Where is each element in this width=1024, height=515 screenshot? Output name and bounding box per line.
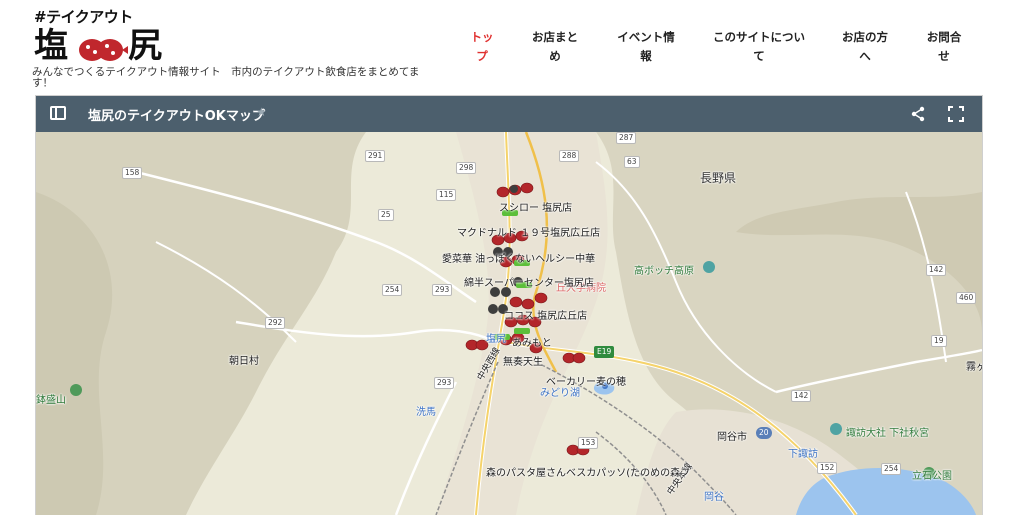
- route-shield: 115: [436, 189, 457, 201]
- route-shield: 20: [756, 427, 772, 439]
- place-label: 長野県: [700, 171, 737, 185]
- nav-item-label: このサイトについ: [713, 30, 805, 44]
- nav-item-events[interactable]: イベント情 報: [611, 28, 681, 66]
- place-label: 洗馬: [416, 407, 436, 418]
- nav-item-label: て: [753, 49, 765, 63]
- route-shield: 291: [365, 150, 386, 162]
- route-shield: 293: [432, 284, 453, 296]
- route-shield: 293: [434, 377, 455, 389]
- place-label: 鉢盛山: [36, 395, 66, 406]
- star-icon[interactable]: ★: [256, 105, 267, 119]
- nav-item-for-shops[interactable]: お店の方 へ: [837, 28, 893, 66]
- place-label: 立石公園: [912, 471, 952, 482]
- place-label: 朝日村: [229, 356, 259, 367]
- route-shield: 158: [122, 167, 143, 179]
- shop-label[interactable]: 森のパスタ屋さんベスカパッソ(たのめの森フ: [486, 464, 690, 479]
- site-logo[interactable]: #テイクアウト 塩 尻: [34, 6, 164, 66]
- route-shield: 142: [926, 264, 947, 276]
- shop-label[interactable]: ベーカリー麦の穂: [546, 373, 626, 388]
- route-shield: 288: [559, 150, 580, 162]
- place-label: 諏訪大社 下社秋宮: [846, 428, 930, 439]
- nav-item-top[interactable]: トッ プ: [464, 28, 500, 66]
- place-label: 岡谷: [704, 492, 724, 503]
- map-toolbar: 塩尻のテイクアウトOKマップ ★: [36, 96, 982, 132]
- route-shield: 292: [265, 317, 286, 329]
- nav-item-label: へ: [859, 49, 871, 63]
- nav-item-label: トッ: [470, 30, 494, 44]
- fullscreen-icon[interactable]: [948, 106, 964, 122]
- shop-label[interactable]: 愛菜華 油っぽくないヘルシー中華: [442, 250, 595, 265]
- map-title: 塩尻のテイクアウトOKマップ: [88, 109, 265, 124]
- route-shield: 287: [616, 132, 637, 144]
- shop-label[interactable]: 綿半スーパーセンター塩尻店: [464, 274, 594, 289]
- route-shield: 63: [624, 156, 640, 168]
- place-label: 霧ヶ: [966, 362, 982, 373]
- logo-hashtag: #テイクアウト: [34, 8, 133, 26]
- shop-label[interactable]: スシロー 塩尻店: [499, 199, 572, 214]
- route-shield: E19: [594, 346, 615, 358]
- place-label: 塩尻: [486, 334, 506, 345]
- side-panel-icon[interactable]: [50, 106, 66, 120]
- shop-label[interactable]: あみもと: [512, 334, 552, 349]
- logo-char-1: 塩: [34, 26, 68, 66]
- nav-item-shops[interactable]: お店まと め: [527, 28, 583, 66]
- nav-item-label: お問合: [926, 30, 962, 44]
- nav-item-label: 報: [640, 49, 652, 63]
- route-shield: 153: [578, 437, 599, 449]
- route-shield: 152: [817, 462, 838, 474]
- nav-item-label: め: [549, 49, 561, 63]
- nav-item-about[interactable]: このサイトについ て: [709, 28, 809, 66]
- route-shield: 254: [382, 284, 403, 296]
- route-shield: 19: [931, 335, 947, 347]
- nav-item-label: お店の方: [842, 30, 888, 44]
- place-label: 岡谷市: [717, 432, 747, 443]
- shop-label[interactable]: マクドナルド １９号塩尻広丘店: [457, 224, 600, 239]
- share-icon[interactable]: [910, 106, 926, 122]
- logo-char-2: 尻: [128, 26, 162, 66]
- route-shield: 460: [956, 292, 977, 304]
- nav-item-label: プ: [476, 49, 488, 63]
- place-label: 高ボッチ高原: [634, 266, 694, 277]
- route-shield: 298: [456, 162, 477, 174]
- site-tagline: みんなでつくるテイクアウト情報サイト 市内のテイクアウト飲食店をまとめてます！: [32, 66, 420, 89]
- place-label: 下諏訪: [788, 449, 818, 460]
- logo-meat-icon: [79, 39, 128, 61]
- shop-label[interactable]: ココス 塩尻広丘店: [504, 307, 587, 322]
- route-shield: 142: [791, 390, 812, 402]
- map-terrain: [36, 132, 982, 515]
- route-shield: 25: [378, 209, 394, 221]
- route-shield: 254: [881, 463, 902, 475]
- shop-label[interactable]: 無奏天生: [503, 353, 543, 368]
- nav-item-label: お店まと: [532, 30, 578, 44]
- nav-item-contact[interactable]: お問合 せ: [921, 28, 967, 66]
- map-canvas[interactable]: 287 291 158 298 115 288 63 25 293 293 25…: [36, 132, 982, 515]
- nav-item-label: イベント情: [617, 30, 675, 44]
- nav-item-label: せ: [938, 49, 950, 63]
- embedded-map[interactable]: 塩尻のテイクアウトOKマップ ★ 287 291 158 298 115 288…: [35, 95, 983, 515]
